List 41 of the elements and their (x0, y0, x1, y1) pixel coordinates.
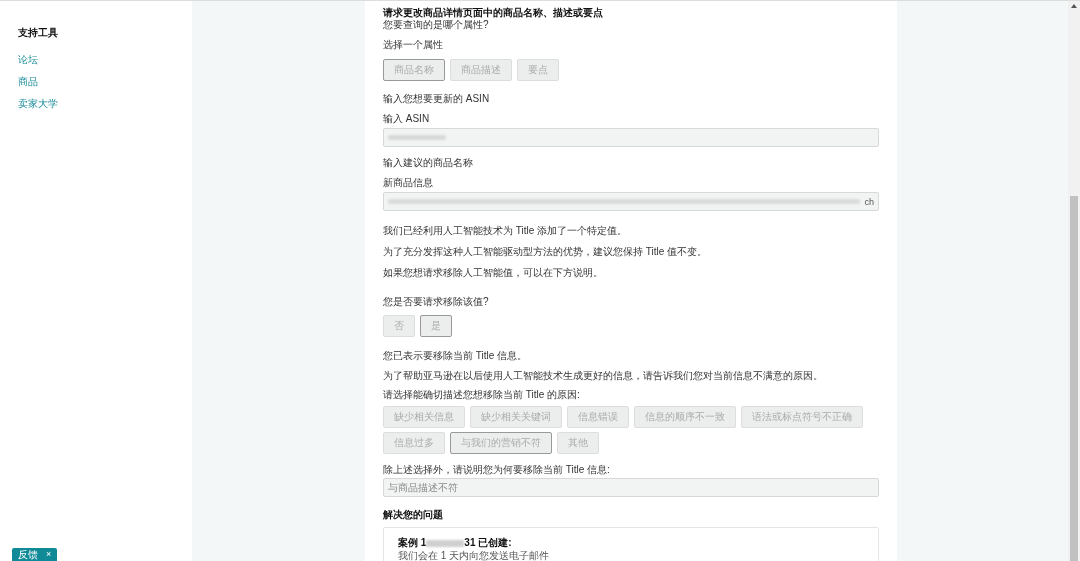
option-button[interactable]: 其他 (557, 432, 599, 454)
field-value: 与商品描述不符 (388, 481, 458, 494)
scrollbar-thumb[interactable] (1070, 196, 1078, 561)
option-button[interactable]: 信息错误 (567, 406, 629, 428)
close-icon[interactable]: × (46, 547, 52, 561)
input-field[interactable]: 与商品描述不符 (383, 478, 879, 497)
input-field[interactable]: ch (383, 192, 879, 211)
form-subtitle: 您要查询的是哪个属性? (383, 19, 490, 31)
field-label: 输入 ASIN (383, 113, 431, 125)
sidebar-title: 支持工具 (18, 26, 59, 40)
case-note: 我们会在 1 天内向您发送电子邮件 (398, 550, 551, 561)
feedback-tab[interactable]: 反馈 × (12, 548, 58, 561)
field-label: 新商品信息 (383, 177, 434, 189)
info-text: 我们已经利用人工智能技术为 Title 添加了一个特定值。 (383, 225, 629, 237)
info-text: 您已表示要移除当前 Title 信息。 (383, 350, 529, 362)
field-label: 请选择能确切描述您想移除当前 Title 的原因: (383, 389, 581, 401)
form-prompt: 输入您想要更新的 ASIN (383, 93, 491, 105)
input-field[interactable] (383, 128, 879, 147)
sidebar-link[interactable]: 卖家大学 (18, 96, 174, 111)
form-title: 请求更改商品详情页面中的商品名称、描述或要点 (383, 7, 604, 19)
option-button[interactable]: 要点 (517, 59, 559, 81)
field-value: ch (864, 195, 874, 208)
case-title: 案例 1 (398, 537, 427, 549)
sidebar-link[interactable]: 商品 (18, 74, 174, 89)
option-button[interactable]: 信息过多 (383, 432, 445, 454)
form-prompt: 输入建议的商品名称 (383, 157, 474, 169)
form-question: 您是否要请求移除该值? (383, 296, 490, 308)
scroll-up-icon[interactable] (1071, 4, 1077, 8)
redacted-value (426, 539, 465, 547)
section-title: 解决您的问题 (383, 509, 444, 521)
redacted-value (388, 135, 446, 140)
field-label: 除上述选择外，请说明您为何要移除当前 Title 信息: (383, 464, 611, 476)
option-button[interactable]: 是 (420, 315, 452, 337)
info-text: 为了帮助亚马逊在以后使用人工智能技术生成更好的信息，请告诉我们您对当前信息不满意的原因。 (383, 370, 824, 382)
case-title: 31 已创建: (464, 537, 512, 549)
field-label: 选择一个属性 (383, 39, 444, 51)
sidebar-link[interactable]: 论坛 (18, 52, 174, 67)
scrollbar[interactable] (1068, 1, 1080, 561)
feedback-label[interactable]: 反馈 (18, 547, 38, 561)
info-text: 为了充分发挥这种人工智能驱动型方法的优势，建议您保持 Title 值不变。 (383, 246, 709, 258)
info-text: 如果您想请求移除人工智能值，可以在下方说明。 (383, 267, 604, 279)
